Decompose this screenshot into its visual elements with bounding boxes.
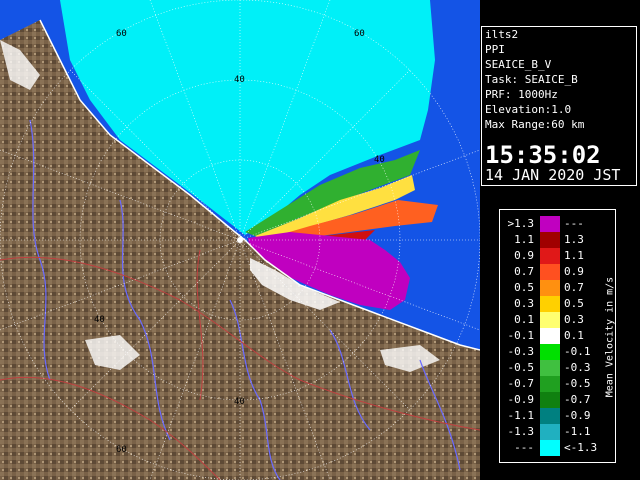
legend-row: 0.7 0.9 bbox=[500, 264, 615, 280]
legend-swatch bbox=[540, 376, 560, 392]
radar-display: 60 60 40 40 40 40 60 ilts2 PPI SEAICE_B_… bbox=[0, 0, 640, 480]
legend-lower-bound: 0.3 bbox=[514, 297, 534, 310]
legend-upper-bound: --- bbox=[564, 217, 584, 230]
legend-swatch bbox=[540, 328, 560, 344]
legend-upper-bound: 0.5 bbox=[564, 297, 584, 310]
radar-site-marker bbox=[237, 237, 243, 243]
range-label-60-ne: 60 bbox=[354, 29, 365, 39]
legend-upper-bound: -0.5 bbox=[564, 377, 591, 390]
station-name: ilts2 bbox=[485, 28, 519, 41]
legend-swatch bbox=[540, 232, 560, 248]
legend-upper-bound: -1.1 bbox=[564, 425, 591, 438]
legend-upper-bound: 0.1 bbox=[564, 329, 584, 342]
legend-swatch bbox=[540, 360, 560, 376]
legend-upper-bound: -0.7 bbox=[564, 393, 591, 406]
legend-row: -0.5 -0.3 bbox=[500, 360, 615, 376]
legend-lower-bound: -0.1 bbox=[507, 329, 535, 342]
legend-row: -1.3 -1.1 bbox=[500, 424, 615, 440]
range-label-60-nw: 60 bbox=[116, 29, 127, 39]
legend-upper-bound: -0.9 bbox=[564, 409, 591, 422]
info-panel: ilts2 PPI SEAICE_B_V Task: SEAICE_B PRF:… bbox=[481, 26, 637, 186]
legend-lower-bound: -1.3 bbox=[507, 425, 535, 438]
legend-row: 0.3 0.5 bbox=[500, 296, 615, 312]
legend-row: -1.1 -0.9 bbox=[500, 408, 615, 424]
range-label-60-sw: 60 bbox=[116, 445, 127, 455]
prf-value: PRF: 1000Hz bbox=[485, 88, 558, 101]
legend-lower-bound: 0.7 bbox=[514, 265, 534, 278]
legend-swatch bbox=[540, 344, 560, 360]
legend-upper-bound: 0.3 bbox=[564, 313, 584, 326]
legend-upper-bound: 0.7 bbox=[564, 281, 584, 294]
legend-swatch bbox=[540, 408, 560, 424]
legend-upper-bound: -0.3 bbox=[564, 361, 591, 374]
legend-title: Mean Velocity in m/s bbox=[604, 276, 616, 398]
radar-ppi-map: 60 60 40 40 40 40 60 bbox=[0, 0, 480, 480]
legend-row: 1.1 1.3 bbox=[500, 232, 615, 248]
legend-upper-bound: 1.1 bbox=[564, 249, 584, 262]
legend-lower-bound: --- bbox=[514, 441, 534, 454]
legend-lower-bound: -0.7 bbox=[507, 377, 535, 390]
range-label-40-n: 40 bbox=[234, 75, 245, 85]
legend-upper-bound: 1.3 bbox=[564, 233, 584, 246]
range-label-40-e: 40 bbox=[374, 155, 385, 165]
legend-lower-bound: 0.9 bbox=[514, 249, 534, 262]
legend-row: 0.9 1.1 bbox=[500, 248, 615, 264]
legend-lower-bound: -0.9 bbox=[507, 393, 535, 406]
legend-lower-bound: 1.1 bbox=[514, 233, 534, 246]
legend-upper-bound: 0.9 bbox=[564, 265, 584, 278]
legend-swatch bbox=[540, 312, 560, 328]
legend-lower-bound: 0.5 bbox=[514, 281, 534, 294]
scan-date: 14 JAN 2020 JST bbox=[485, 166, 621, 184]
legend-lower-bound: 0.1 bbox=[514, 313, 534, 326]
legend-row: 0.1 0.3 bbox=[500, 312, 615, 328]
legend-row: --- <-1.3 bbox=[500, 440, 615, 456]
legend-upper-bound: -0.1 bbox=[564, 345, 591, 358]
legend-row: -0.7 -0.5 bbox=[500, 376, 615, 392]
scan-type: PPI bbox=[485, 43, 505, 56]
range-label-40-s: 40 bbox=[234, 397, 245, 407]
legend-swatch bbox=[540, 440, 560, 456]
product-name: SEAICE_B_V bbox=[485, 58, 552, 71]
legend-lower-bound: >1.3 bbox=[507, 217, 535, 230]
legend-lower-bound: -0.5 bbox=[507, 361, 535, 374]
legend-swatch bbox=[540, 280, 560, 296]
legend-swatch bbox=[540, 296, 560, 312]
legend-swatch bbox=[540, 392, 560, 408]
velocity-legend: >1.3 --- 1.1 1.3 0.9 1.1 0.7 0.9 0.5 0.7 0.3 0.5 0.1… bbox=[499, 209, 616, 463]
scan-time: 15:35:02 bbox=[485, 141, 601, 169]
elevation-value: Elevation:1.0 bbox=[485, 103, 572, 116]
task-name: Task: SEAICE_B bbox=[485, 73, 578, 86]
legend-row: -0.3 -0.1 bbox=[500, 344, 615, 360]
legend-row: 0.5 0.7 bbox=[500, 280, 615, 296]
legend-swatch bbox=[540, 424, 560, 440]
legend-row: >1.3 --- bbox=[500, 216, 615, 232]
legend-swatch bbox=[540, 264, 560, 280]
range-label-40-w: 40 bbox=[94, 315, 105, 325]
legend-row: -0.9 -0.7 bbox=[500, 392, 615, 408]
legend-swatch bbox=[540, 248, 560, 264]
max-range-value: Max Range:60 km bbox=[485, 118, 585, 131]
legend-lower-bound: -0.3 bbox=[507, 345, 535, 358]
legend-lower-bound: -1.1 bbox=[507, 409, 535, 422]
legend-unit-label: Mean Velocity in m/s bbox=[603, 210, 617, 464]
legend-swatch bbox=[540, 216, 560, 232]
legend-upper-bound: <-1.3 bbox=[564, 441, 598, 454]
legend-row: -0.1 0.1 bbox=[500, 328, 615, 344]
